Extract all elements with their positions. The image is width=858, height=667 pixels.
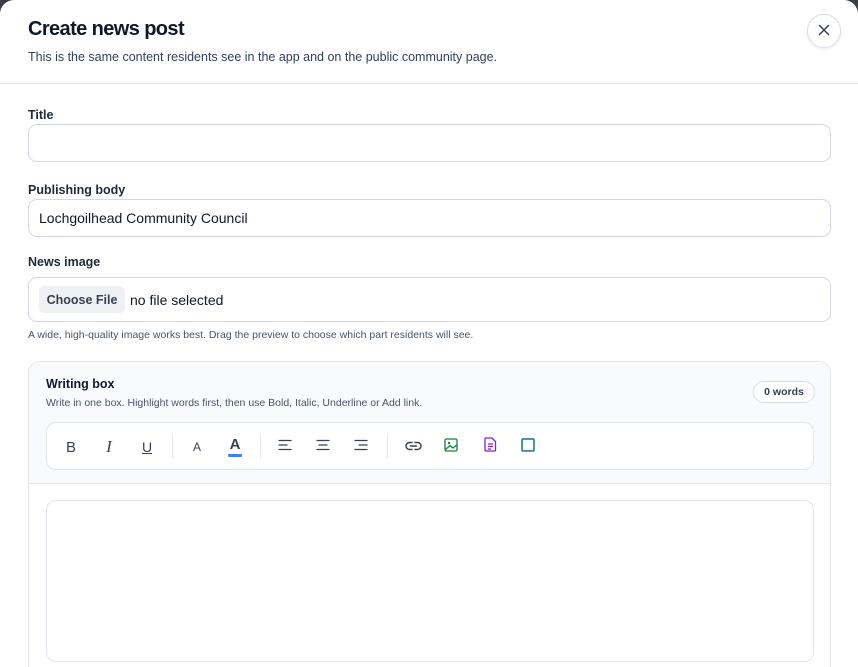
text-color-icon: A	[228, 437, 242, 457]
publishing-body-label: Publishing body	[28, 183, 126, 197]
writing-box-subtitle: Write in one box. Highlight words first,…	[46, 397, 423, 409]
text-color-button[interactable]: A	[221, 433, 249, 461]
close-button[interactable]	[807, 14, 841, 48]
insert-image-button[interactable]	[437, 433, 465, 461]
italic-button[interactable]: I	[95, 433, 123, 461]
font-size-button[interactable]: A	[183, 433, 211, 461]
text-color-swatch	[228, 454, 242, 457]
align-center-button[interactable]	[309, 433, 337, 461]
align-left-button[interactable]	[271, 433, 299, 461]
title-label: Title	[28, 108, 54, 122]
align-right-button[interactable]	[347, 433, 375, 461]
formatting-toolbar: B I U A A	[46, 422, 814, 470]
bold-icon: B	[65, 438, 76, 456]
close-icon	[818, 24, 830, 39]
writing-box: Writing box Write in one box. Highlight …	[28, 361, 831, 667]
insert-box-button[interactable]	[514, 433, 542, 461]
modal-title: Create news post	[28, 18, 185, 40]
align-left-icon	[278, 438, 292, 456]
insert-document-button[interactable]	[476, 433, 504, 461]
word-count-badge: 0 words	[753, 381, 815, 403]
add-link-button[interactable]	[399, 433, 427, 461]
title-input[interactable]	[28, 124, 831, 162]
writing-editor[interactable]	[46, 500, 814, 662]
toolbar-divider	[260, 435, 261, 459]
modal-header: Create news post This is the same conten…	[0, 0, 858, 84]
publishing-body-input[interactable]	[28, 199, 831, 237]
box-icon	[521, 437, 535, 457]
image-icon	[444, 437, 458, 457]
underline-button[interactable]: U	[133, 433, 161, 461]
document-icon	[483, 437, 497, 457]
toolbar-divider	[172, 435, 173, 459]
align-center-icon	[316, 438, 330, 456]
align-right-icon	[354, 438, 368, 456]
link-icon	[404, 438, 422, 456]
font-size-icon: A	[192, 440, 201, 454]
writing-box-title: Writing box	[46, 377, 115, 391]
file-status: no file selected	[130, 292, 224, 308]
modal-subtitle: This is the same content residents see i…	[28, 50, 498, 64]
news-image-file-input[interactable]: Choose File no file selected	[28, 277, 831, 322]
text-color-letter: A	[229, 436, 241, 453]
news-image-label: News image	[28, 255, 101, 269]
bold-button[interactable]: B	[57, 433, 85, 461]
news-image-hint: A wide, high-quality image works best. D…	[28, 329, 474, 341]
choose-file-button[interactable]: Choose File	[39, 286, 125, 313]
writing-box-header: Writing box Write in one box. Highlight …	[29, 362, 830, 484]
toolbar-divider	[387, 435, 388, 459]
create-news-post-modal: Create news post This is the same conten…	[0, 0, 858, 667]
italic-icon: I	[106, 437, 112, 456]
underline-icon: U	[141, 439, 153, 455]
